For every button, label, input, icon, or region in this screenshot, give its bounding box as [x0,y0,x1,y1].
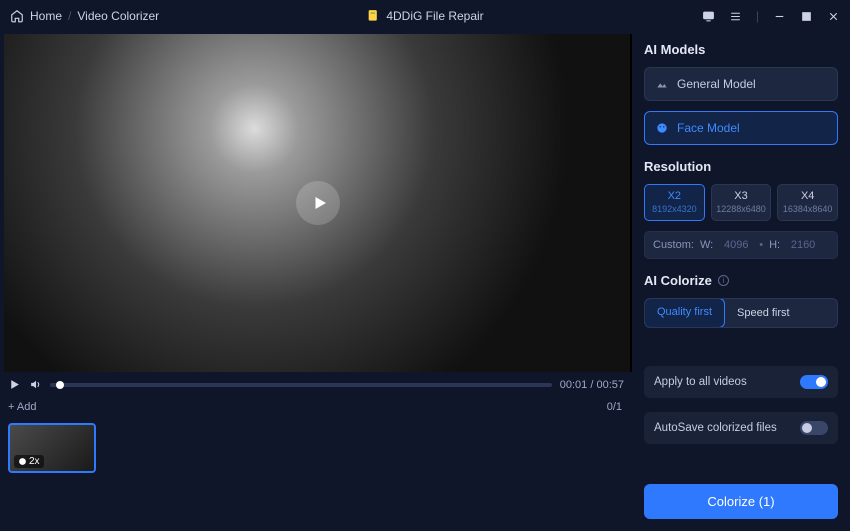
thumbnail-strip: 2x [2,419,632,481]
seek-bar[interactable] [50,383,552,387]
titlebar: Home / Video Colorizer 4DDiG File Repair… [0,0,850,32]
model-face-label: Face Model [677,121,740,135]
dot-separator: • [759,239,763,251]
thumbnail-badge: 2x [14,455,44,468]
model-general-label: General Model [677,77,756,91]
window-controls: | [702,9,840,23]
breadcrumb-page: Video Colorizer [77,9,159,23]
video-preview[interactable] [4,34,632,372]
autosave-label: AutoSave colorized files [654,422,777,434]
autosave-toggle-row: AutoSave colorized files [644,412,838,444]
close-icon[interactable] [827,10,840,23]
player-controls: 00:01 / 00:57 [2,372,632,397]
model-general[interactable]: General Model [644,67,838,101]
resolution-title: Resolution [644,159,838,174]
volume-icon[interactable] [29,378,42,391]
app-icon [366,9,380,23]
custom-h-label: H: [769,239,780,251]
model-face[interactable]: Face Model [644,111,838,145]
custom-w-label: W: [700,239,713,251]
custom-height-input[interactable]: 2160 [786,239,820,251]
colorize-title: AI Colorize [644,273,712,288]
apply-all-label: Apply to all videos [654,376,747,388]
badge-icon [18,457,27,466]
resolution-x2[interactable]: X28192x4320 [644,184,705,221]
colorize-header: AI Colorize i [644,273,838,288]
video-count: 0/1 [607,401,622,413]
landscape-icon [655,77,669,91]
home-icon[interactable] [10,9,24,23]
info-icon[interactable]: i [718,275,729,286]
colorize-button[interactable]: Colorize (1) [644,484,838,519]
video-thumbnail[interactable]: 2x [8,423,96,473]
settings-panel: AI Models General Model Face Model Resol… [632,32,850,531]
mode-speed-first[interactable]: Speed first [724,299,803,327]
add-row: + Add 0/1 [2,397,632,419]
app-title-text: 4DDiG File Repair [386,9,483,23]
models-title: AI Models [644,42,838,57]
preview-pane: 00:01 / 00:57 + Add 0/1 2x [0,32,632,531]
feedback-icon[interactable] [702,10,715,23]
custom-width-input[interactable]: 4096 [719,239,753,251]
custom-resolution[interactable]: Custom: W: 4096 • H: 2160 [644,231,838,259]
time-current: 00:01 [560,379,588,391]
resolution-x3[interactable]: X312288x6480 [711,184,772,221]
face-icon [655,121,669,135]
breadcrumb: Home / Video Colorizer [10,9,159,23]
menu-icon[interactable] [729,10,742,23]
app-title: 4DDiG File Repair [366,9,483,23]
resolution-options: X28192x4320 X312288x6480 X416384x8640 [644,184,838,221]
autosave-toggle[interactable] [800,421,828,435]
mode-quality-first[interactable]: Quality first [644,298,725,328]
minimize-icon[interactable] [773,10,786,23]
apply-all-toggle-row: Apply to all videos [644,366,838,398]
resolution-x4[interactable]: X416384x8640 [777,184,838,221]
time-total: 00:57 [596,379,624,391]
maximize-icon[interactable] [800,10,813,23]
custom-label: Custom: [653,239,694,251]
breadcrumb-home[interactable]: Home [30,9,62,23]
play-small-icon[interactable] [8,378,21,391]
divider: | [756,9,759,23]
time-display: 00:01 / 00:57 [560,379,624,391]
play-button[interactable] [296,181,340,225]
apply-all-toggle[interactable] [800,375,828,389]
breadcrumb-separator: / [68,9,71,23]
add-button[interactable]: + Add [8,401,36,413]
mode-segment: Quality first Speed first [644,298,838,328]
seek-knob[interactable] [56,381,64,389]
play-icon [311,194,329,212]
